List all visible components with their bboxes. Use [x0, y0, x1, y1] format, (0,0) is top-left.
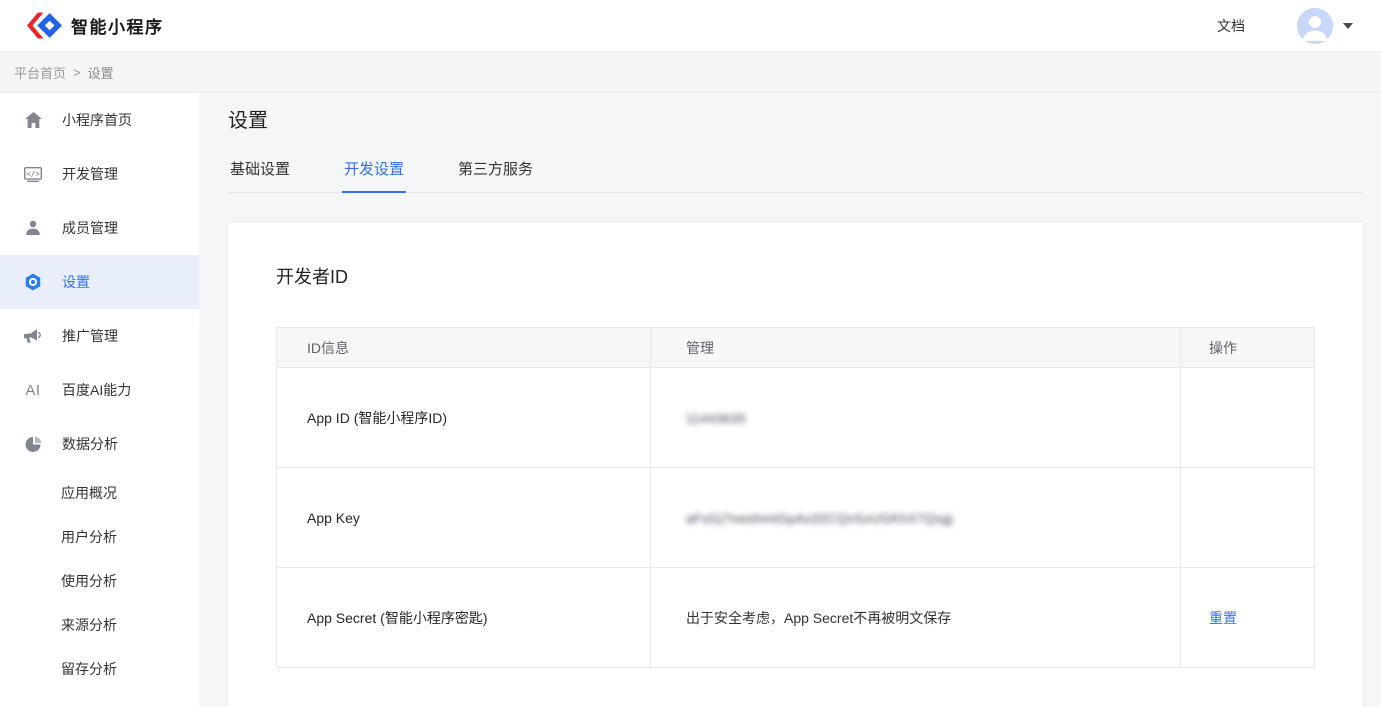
column-header-management: 管理	[651, 328, 1181, 368]
app-id-action-cell	[1181, 368, 1315, 468]
ai-icon: AI	[24, 382, 42, 399]
app-key-value: aFsGj7nwshmtGpAs32CQnSxUGKhX7Qsgj	[651, 468, 1181, 568]
settings-icon	[24, 273, 42, 291]
sidebar-item-label: 百度AI能力	[62, 380, 131, 400]
sidebar-item-dev-management[interactable]: </> 开发管理	[0, 147, 199, 201]
table-row-app-id: App ID (智能小程序ID) 11443635	[277, 368, 1315, 468]
sidebar-item-label: 成员管理	[62, 218, 118, 238]
sidebar-item-label: 小程序首页	[62, 110, 132, 130]
sidebar-subitem-label: 留存分析	[61, 659, 117, 679]
sidebar-item-label: 开发管理	[62, 164, 118, 184]
logo-link[interactable]: 智能小程序	[27, 12, 164, 39]
smart-program-logo-icon	[27, 12, 62, 39]
app-key-action-cell	[1181, 468, 1315, 568]
home-icon	[24, 112, 42, 128]
settings-tabs: 基础设置 开发设置 第三方服务	[228, 148, 1363, 193]
table-row-app-key: App Key aFsGj7nwshmtGpAs32CQnSxUGKhX7Qsg…	[277, 468, 1315, 568]
breadcrumb-separator: >	[73, 65, 81, 80]
app-secret-label: App Secret (智能小程序密匙)	[277, 568, 651, 668]
caret-down-icon[interactable]	[1343, 23, 1353, 29]
main-content: 设置 基础设置 开发设置 第三方服务 开发者ID ID信息 管理 操作	[199, 93, 1381, 707]
sidebar-item-data-analysis[interactable]: 数据分析	[0, 417, 199, 471]
sidebar-subitem-label: 用户分析	[61, 527, 117, 547]
pie-chart-icon	[24, 436, 42, 453]
sidebar-item-baidu-ai[interactable]: AI 百度AI能力	[0, 363, 199, 417]
column-header-actions: 操作	[1181, 328, 1315, 368]
app-title: 智能小程序	[71, 13, 164, 38]
sidebar-subitem-label: 使用分析	[61, 571, 117, 591]
sidebar: 小程序首页 </> 开发管理 成员管理	[0, 93, 199, 707]
member-icon	[24, 220, 42, 236]
tab-dev-settings[interactable]: 开发设置	[342, 148, 406, 192]
sidebar-item-label: 设置	[62, 272, 90, 292]
sidebar-subitem-label: 来源分析	[61, 615, 117, 635]
breadcrumb-settings: 设置	[88, 63, 114, 82]
table-header-row: ID信息 管理 操作	[277, 328, 1315, 368]
page-title: 设置	[228, 104, 1363, 133]
docs-link[interactable]: 文档	[1217, 16, 1245, 36]
sidebar-subitem-retention-analysis[interactable]: 留存分析	[0, 647, 199, 691]
sidebar-item-member-management[interactable]: 成员管理	[0, 201, 199, 255]
app-key-label: App Key	[277, 468, 651, 568]
tab-basic-settings[interactable]: 基础设置	[228, 148, 292, 192]
sidebar-item-label: 推广管理	[62, 326, 118, 346]
sidebar-subitem-label: 应用概况	[61, 483, 117, 503]
app-id-label: App ID (智能小程序ID)	[277, 368, 651, 468]
table-row-app-secret: App Secret (智能小程序密匙) 出于安全考虑，App Secret不再…	[277, 568, 1315, 668]
developer-id-heading: 开发者ID	[276, 263, 1315, 289]
tab-third-party-services[interactable]: 第三方服务	[456, 148, 535, 192]
developer-id-card: 开发者ID ID信息 管理 操作 App ID (智能小程序ID)	[228, 223, 1363, 707]
breadcrumb: 平台首页 > 设置	[0, 52, 1381, 93]
account-menu[interactable]	[1297, 8, 1353, 44]
developer-id-table: ID信息 管理 操作 App ID (智能小程序ID) 11443635	[276, 327, 1315, 668]
sidebar-item-settings[interactable]: 设置	[0, 255, 199, 309]
app-secret-action-cell: 重置	[1181, 568, 1315, 668]
sidebar-subitem-usage-analysis[interactable]: 使用分析	[0, 559, 199, 603]
sidebar-item-miniprogram-home[interactable]: 小程序首页	[0, 93, 199, 147]
sidebar-subitem-user-analysis[interactable]: 用户分析	[0, 515, 199, 559]
sidebar-item-label: 数据分析	[62, 434, 118, 454]
code-icon: </>	[24, 167, 42, 182]
svg-text:</>: </>	[26, 169, 40, 178]
breadcrumb-platform-home[interactable]: 平台首页	[14, 63, 66, 82]
reset-button[interactable]: 重置	[1209, 610, 1237, 626]
sidebar-item-promotion-management[interactable]: 推广管理	[0, 309, 199, 363]
column-header-id-info: ID信息	[277, 328, 651, 368]
app-id-value: 11443635	[651, 368, 1181, 468]
app-secret-note: 出于安全考虑，App Secret不再被明文保存	[651, 568, 1181, 668]
sidebar-subitem-source-analysis[interactable]: 来源分析	[0, 603, 199, 647]
megaphone-icon	[24, 329, 42, 344]
sidebar-subitem-app-overview[interactable]: 应用概况	[0, 471, 199, 515]
top-header: 智能小程序 文档	[0, 0, 1381, 52]
avatar[interactable]	[1297, 8, 1333, 44]
